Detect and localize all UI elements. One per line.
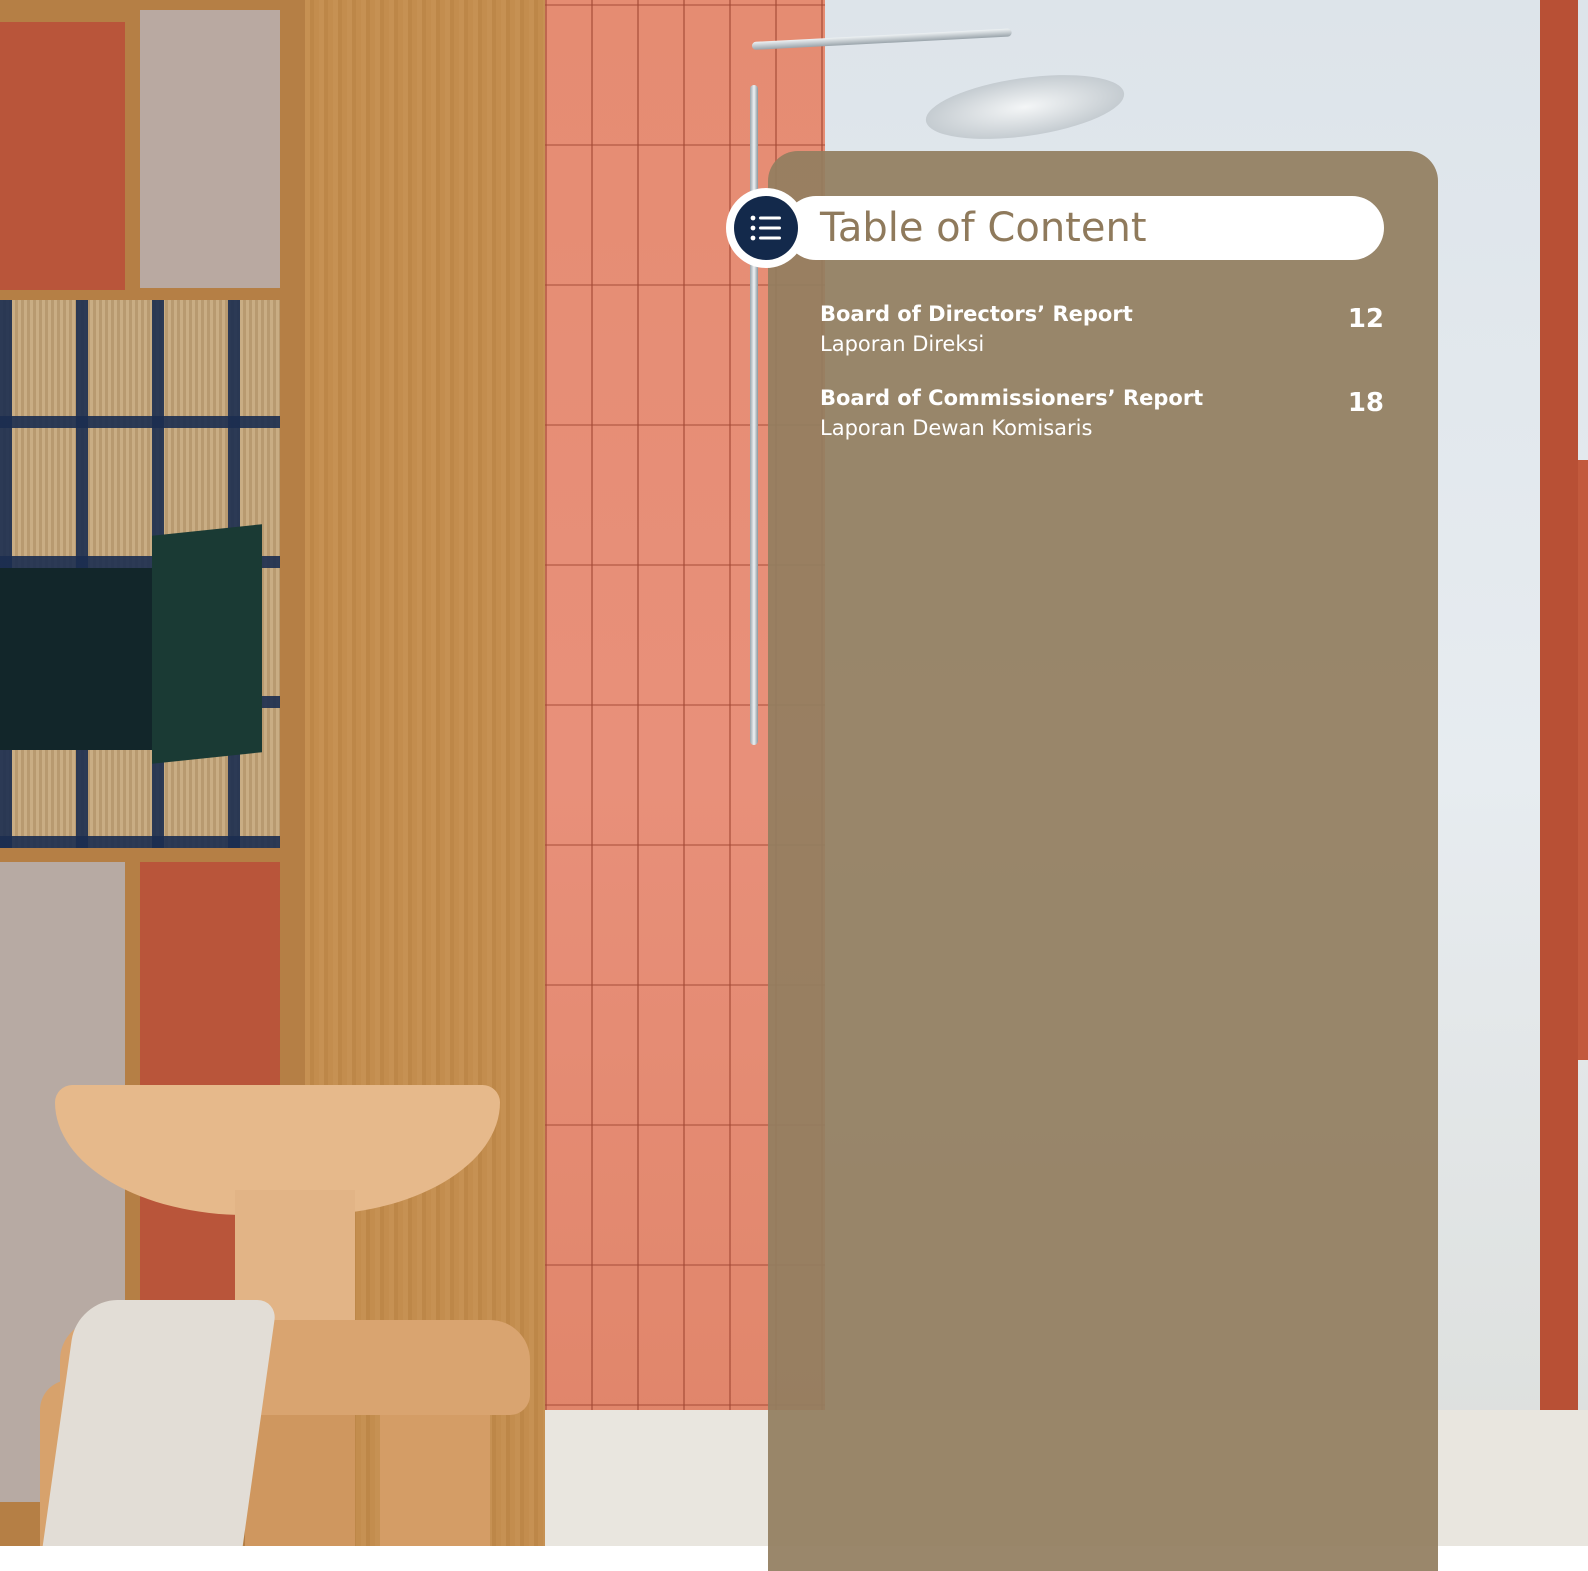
window-mullion xyxy=(1578,460,1588,1060)
toc-entry-page: 18 xyxy=(1347,388,1384,418)
toc-entry-subtitle: Laporan Dewan Komisaris xyxy=(820,416,1093,440)
tv-screen xyxy=(0,568,158,750)
grey-fabric-panel xyxy=(140,10,280,288)
toc-entry-directors[interactable]: Board of Directors’ Report Laporan Direk… xyxy=(820,302,1384,366)
window-frame xyxy=(1540,0,1578,1546)
red-fabric-panel xyxy=(0,22,125,290)
shower-pipe xyxy=(750,85,758,745)
toc-entry-title: Board of Directors’ Report xyxy=(820,302,1133,326)
tv-screen-angled xyxy=(152,524,262,764)
toc-entry-title: Board of Commissioners’ Report xyxy=(820,386,1204,410)
towel xyxy=(42,1300,278,1546)
toc-entry-commissioners[interactable]: Board of Commissioners’ Report Laporan D… xyxy=(820,386,1384,450)
toc-entry-subtitle: Laporan Direksi xyxy=(820,332,985,356)
toc-title: Table of Content xyxy=(820,205,1147,251)
list-icon xyxy=(734,196,798,260)
toc-entry-page: 12 xyxy=(1347,304,1384,334)
